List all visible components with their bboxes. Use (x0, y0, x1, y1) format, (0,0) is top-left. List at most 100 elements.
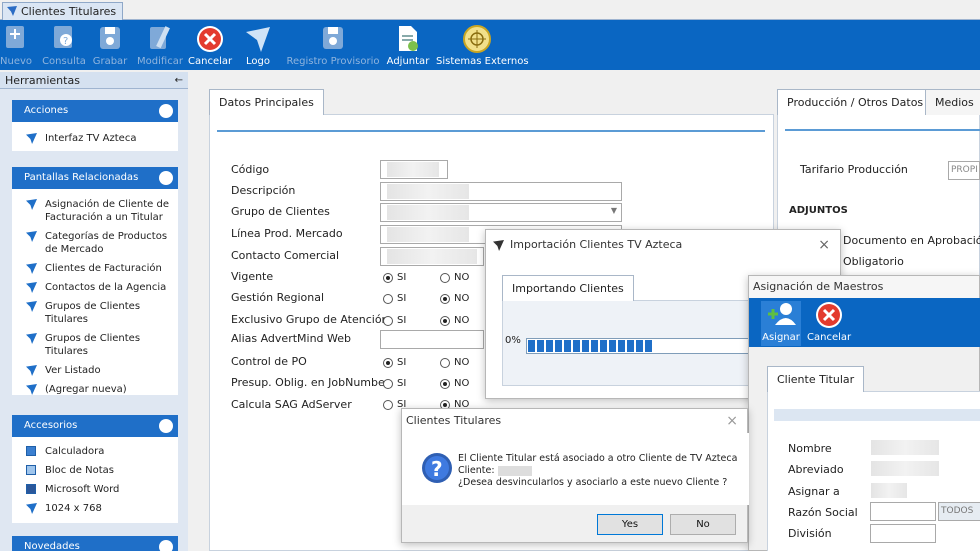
toolbar: Nuevo ? Consulta Grabar Modificar Cancel… (0, 20, 980, 70)
sidebar-item-link[interactable]: Contactos de la Agencia (12, 278, 178, 297)
radio-si-label: SI (397, 293, 407, 304)
toolbar-button-query[interactable]: ? Consulta (42, 20, 86, 70)
division-input[interactable] (870, 524, 936, 543)
collapse-icon[interactable] (159, 540, 173, 551)
tarifario-input[interactable]: PROPI (948, 161, 980, 180)
razon-social-input[interactable] (870, 502, 936, 521)
pin-icon[interactable]: ← (175, 72, 183, 89)
globe-icon (463, 25, 491, 53)
sidebar-item-link[interactable]: Asignación de Cliente de Facturación a u… (12, 195, 178, 227)
new-doc-icon (6, 26, 24, 48)
tab-cliente-titular[interactable]: Cliente Titular (767, 366, 865, 392)
chevron-down-icon: ▼ (610, 206, 617, 215)
panel-header[interactable]: Acciones (12, 100, 178, 122)
link-icon (26, 301, 37, 312)
contacto-input[interactable] (380, 247, 484, 266)
asignacion-toolbar: Asignar Cancelar (749, 298, 980, 347)
svg-text:?: ? (431, 457, 443, 481)
sidebar-item-link[interactable]: Grupos de Clientes Titulares (12, 329, 178, 361)
radio-no[interactable] (440, 273, 450, 283)
collapse-icon[interactable] (159, 171, 173, 185)
tools-pane-header: Herramientas ← (0, 72, 188, 89)
yes-button[interactable]: Yes (597, 514, 663, 535)
radio-si[interactable] (383, 316, 393, 326)
sidebar-item-link[interactable]: (Agregar nueva) (12, 380, 178, 399)
radio-no-label: NO (454, 272, 470, 283)
calculator-icon (26, 446, 36, 456)
radio-si[interactable] (383, 273, 393, 283)
toolbar-button-edit[interactable]: Modificar (136, 20, 184, 70)
radio-no[interactable] (440, 316, 450, 326)
sidebar-item-link[interactable]: Ver Listado (12, 361, 178, 380)
logo-icon (246, 27, 270, 52)
tab-label: Importando Clientes (512, 282, 624, 295)
query-icon: ? (54, 26, 72, 48)
radio-si[interactable] (383, 294, 393, 304)
link-icon (26, 384, 37, 395)
sidebar: Acciones Interfaz TV Azteca Pantallas Re… (0, 89, 188, 551)
asignacion-titlebar: Asignación de Maestros (749, 276, 979, 298)
cancel-icon (816, 302, 842, 328)
radio-si[interactable] (383, 358, 393, 368)
screen-icon (26, 503, 37, 514)
action-icon (26, 133, 37, 144)
tab-datos-principales[interactable]: Datos Principales (209, 89, 324, 115)
toolbar-button-logo[interactable]: Logo (240, 20, 276, 70)
edit-icon (150, 26, 170, 49)
sidebar-item-bloc-de-notas[interactable]: Bloc de Notas (12, 461, 178, 480)
sidebar-item-link[interactable]: Categorías de Productos de Mercado (12, 227, 178, 259)
toolbar-button-new[interactable]: Nuevo (0, 20, 32, 70)
panel-header[interactable]: Novedades (12, 536, 178, 551)
collapse-icon[interactable] (159, 104, 173, 118)
band (774, 409, 980, 421)
panel-title: Accesorios (24, 420, 78, 431)
sidebar-item-interfaz-tv-azteca[interactable]: Interfaz TV Azteca (12, 129, 178, 148)
toolbar-button-external-systems[interactable]: Sistemas Externos (436, 20, 529, 70)
document-tab[interactable]: Clientes Titulares (2, 2, 124, 20)
panel-header[interactable]: Accesorios (12, 415, 178, 437)
adjuntos-heading: ADJUNTOS (789, 205, 848, 216)
tab-medios[interactable]: Medios (925, 89, 980, 115)
progress-fill (528, 340, 654, 352)
toolbar-button-save[interactable]: Grabar (92, 20, 128, 70)
document-tab-title: Clientes Titulares (21, 5, 117, 18)
sidebar-item-resolution[interactable]: 1024 x 768 (12, 499, 178, 518)
grupo-clientes-select[interactable]: ▼ (380, 203, 622, 222)
sidebar-item-calculadora[interactable]: Calculadora (12, 442, 178, 461)
field-label-contacto: Contacto Comercial (231, 249, 340, 262)
sidebar-item-microsoft-word[interactable]: Microsoft Word (12, 480, 178, 499)
toolbar-button-attach[interactable]: Adjuntar (386, 20, 430, 70)
toolbar-button-cancel[interactable]: Cancelar (188, 20, 232, 70)
close-icon[interactable]: × (818, 230, 830, 260)
sidebar-item-label: Grupos de Clientes Titulares (45, 301, 141, 325)
tab-produccion[interactable]: Producción / Otros Datos (777, 89, 934, 115)
panel-novedades: Novedades (12, 536, 178, 551)
radio-no[interactable] (440, 358, 450, 368)
asignacion-cancel-button[interactable]: Cancelar (807, 301, 851, 346)
section-divider (785, 129, 980, 131)
sidebar-item-link[interactable]: Clientes de Facturación (12, 259, 178, 278)
radio-si[interactable] (383, 400, 393, 410)
radio-no[interactable] (440, 379, 450, 389)
toolbar-label: Cancelar (188, 56, 233, 67)
close-icon[interactable]: × (726, 409, 738, 433)
radio-si[interactable] (383, 379, 393, 389)
collapse-icon[interactable] (159, 419, 173, 433)
todos-field[interactable]: TODOS (938, 502, 980, 521)
panel-header[interactable]: Pantallas Relacionadas (12, 167, 178, 189)
toolbar-button-registro-provisorio[interactable]: Registro Provisorio (284, 20, 382, 70)
sidebar-item-link[interactable]: Grupos de Clientes Titulares (12, 297, 178, 329)
panel-title: Pantallas Relacionadas (24, 172, 139, 183)
asignar-button[interactable]: Asignar (761, 301, 801, 346)
progress-label: 0% (505, 335, 521, 346)
asignacion-title: Asignación de Maestros (753, 280, 884, 293)
panel-title: Novedades (24, 541, 80, 551)
sidebar-item-label: Clientes de Facturación (45, 263, 162, 274)
alias-input[interactable] (380, 330, 484, 349)
no-button[interactable]: No (670, 514, 736, 535)
radio-no[interactable] (440, 294, 450, 304)
descripcion-input[interactable] (380, 182, 622, 201)
codigo-input[interactable] (380, 160, 448, 179)
tab-importando[interactable]: Importando Clientes (502, 275, 634, 301)
notepad-icon (26, 465, 36, 475)
